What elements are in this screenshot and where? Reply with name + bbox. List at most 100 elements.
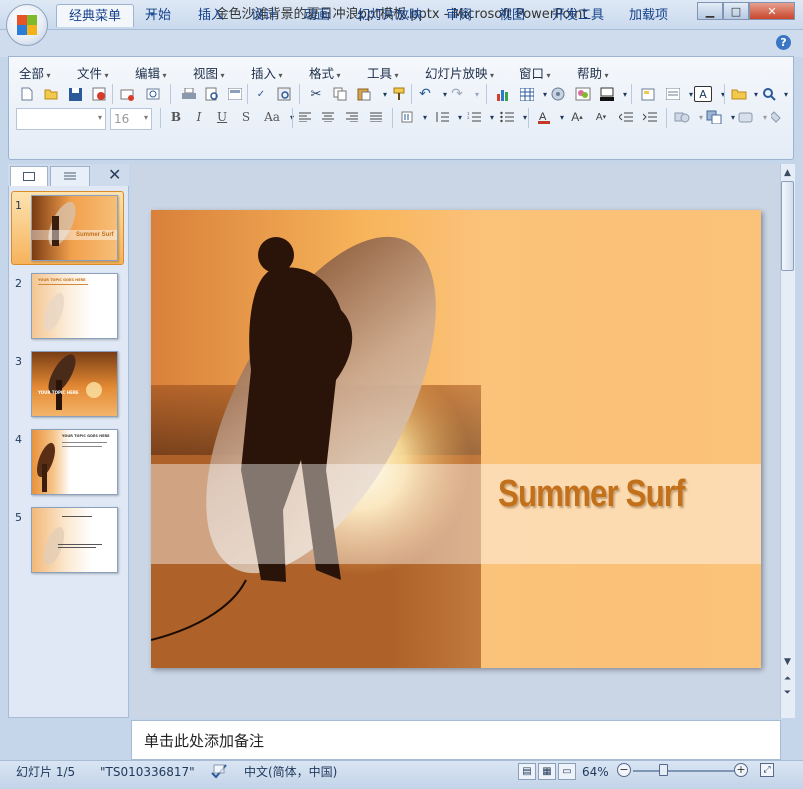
decrease-font-icon[interactable]: A ▾ — [591, 107, 611, 127]
menu-slideshow[interactable]: 幻灯片放映 — [425, 63, 494, 82]
zoom-level[interactable]: 64% — [582, 763, 609, 781]
scroll-down-icon[interactable]: ▼ — [781, 655, 794, 669]
italic-icon[interactable]: I — [189, 107, 209, 127]
align-center-icon[interactable] — [318, 107, 338, 127]
tab-classic-menu[interactable]: 经典菜单 — [56, 4, 135, 27]
font-size-select[interactable]: 16 ▾ — [110, 108, 152, 130]
minimize-button[interactable]: ▁ — [697, 2, 723, 20]
quick-styles-icon[interactable] — [736, 107, 756, 127]
zoom-slider-thumb[interactable] — [659, 764, 668, 776]
tab-addins[interactable]: 加载项 — [617, 4, 680, 27]
menu-file[interactable]: 文件 — [77, 63, 109, 82]
print-preview-icon[interactable] — [201, 84, 223, 104]
fit-to-window-icon[interactable]: ⤢ — [760, 763, 774, 777]
shape-fill-icon[interactable] — [768, 107, 788, 127]
next-slide-icon[interactable]: ⏷ — [781, 686, 794, 700]
font-color-icon[interactable]: A — [534, 107, 554, 127]
tab-design[interactable]: 设计 — [239, 4, 289, 27]
slide-sorter-icon[interactable]: ▦ — [538, 763, 556, 780]
new-icon[interactable] — [16, 84, 38, 104]
decrease-indent-icon[interactable] — [616, 107, 636, 127]
scrollbar-thumb[interactable] — [781, 181, 794, 271]
paste-icon[interactable] — [353, 84, 375, 104]
fill-color-dropdown-icon[interactable]: ▾ — [614, 84, 636, 104]
spell-check-icon[interactable] — [210, 763, 230, 784]
email-icon[interactable] — [116, 84, 138, 104]
tab-slideshow[interactable]: 幻灯片放映 — [345, 4, 434, 27]
menu-format[interactable]: 格式 — [309, 63, 341, 82]
zoom-in-icon[interactable]: + — [734, 763, 748, 777]
slides-tab[interactable] — [10, 166, 48, 186]
slide-thumbnail-1[interactable]: Summer Surf — [31, 195, 118, 261]
numbering-icon[interactable]: 12 — [464, 107, 484, 127]
line-spacing-icon[interactable] — [432, 107, 452, 127]
slide-layout-icon[interactable] — [224, 84, 246, 104]
help-icon[interactable]: ? — [776, 35, 791, 50]
close-pane-icon[interactable]: ✕ — [108, 165, 121, 184]
spelling-icon[interactable]: ✓ — [250, 84, 272, 104]
office-button[interactable] — [6, 4, 48, 46]
undo-toolbar-icon[interactable]: ↶ — [414, 84, 436, 104]
slide-thumbnail-2[interactable]: YOUR TOPIC GOES HERE — [31, 273, 118, 339]
chart-icon[interactable] — [492, 84, 514, 104]
tab-animation[interactable]: 动画 — [292, 4, 342, 27]
redo-toolbar-icon[interactable]: ↷ — [446, 84, 468, 104]
tab-developer[interactable]: 开发工具 — [540, 4, 616, 27]
align-right-icon[interactable] — [342, 107, 362, 127]
slide-title[interactable]: Summer Surf — [498, 473, 685, 516]
slide-canvas[interactable]: Summer Surf — [151, 210, 761, 668]
previous-slide-icon[interactable]: ⏶ — [781, 672, 794, 686]
justify-icon[interactable] — [366, 107, 386, 127]
menu-help[interactable]: 帮助 — [577, 63, 609, 82]
menu-tools[interactable]: 工具 — [367, 63, 399, 82]
menu-insert[interactable]: 插入 — [251, 63, 283, 82]
save-toolbar-icon[interactable] — [64, 84, 86, 104]
clip-art-icon[interactable] — [547, 84, 569, 104]
slide-thumbnail-4[interactable]: YOUR TOPIC GOES HERE — [31, 429, 118, 495]
scroll-up-icon[interactable]: ▲ — [781, 166, 794, 180]
menu-window[interactable]: 窗口 — [519, 63, 551, 82]
increase-font-icon[interactable]: A ▴ — [567, 107, 587, 127]
slideshow-icon[interactable]: ▭ — [558, 763, 576, 780]
shapes-icon[interactable] — [672, 107, 692, 127]
open-icon[interactable] — [40, 84, 62, 104]
tab-view[interactable]: 视图 — [487, 4, 537, 27]
tab-review[interactable]: 审阅 — [434, 4, 484, 27]
align-left-icon[interactable] — [295, 107, 315, 127]
notes-placeholder[interactable]: 单击此处添加备注 — [144, 730, 264, 751]
menu-view[interactable]: 视图 — [193, 63, 225, 82]
zoom-out-icon[interactable]: − — [617, 763, 631, 777]
zoom-search-dropdown-icon[interactable]: ▾ — [775, 84, 797, 104]
underline-icon[interactable]: U — [212, 107, 232, 127]
increase-indent-icon[interactable] — [640, 107, 660, 127]
research-icon[interactable] — [273, 84, 295, 104]
menu-edit[interactable]: 编辑 — [135, 63, 167, 82]
slide-thumbnail-5[interactable] — [31, 507, 118, 573]
tab-home[interactable]: 开始 — [133, 4, 183, 27]
permission-icon[interactable] — [88, 84, 110, 104]
normal-view-icon[interactable]: ▤ — [518, 763, 536, 780]
cut-icon[interactable]: ✂ — [305, 84, 327, 104]
shadow-icon[interactable]: S — [236, 107, 256, 127]
language-indicator[interactable]: 中文(简体，中国) — [244, 763, 337, 781]
outline-tab[interactable] — [50, 166, 90, 186]
redo-toolbar-dropdown-icon[interactable]: ▾ — [466, 84, 488, 104]
close-button[interactable]: ✕ — [749, 2, 795, 20]
font-name-select[interactable]: ▾ — [16, 108, 106, 130]
slide-thumbnail-3[interactable]: YOUR TOPIC HERE — [31, 351, 118, 417]
print-icon[interactable] — [178, 84, 200, 104]
zoom-slider[interactable] — [633, 770, 741, 772]
attachment-icon[interactable] — [142, 84, 164, 104]
copy-icon[interactable] — [329, 84, 351, 104]
insert-picture-icon[interactable] — [572, 84, 594, 104]
new-slide-icon[interactable] — [637, 84, 659, 104]
theme-name[interactable]: "TS010336817" — [100, 763, 195, 781]
bullets-dropdown-icon[interactable]: ▾ — [515, 107, 535, 127]
change-case-icon[interactable]: Aa — [260, 107, 284, 127]
bold-icon[interactable]: B — [166, 107, 186, 127]
tab-insert[interactable]: 插入 — [186, 4, 236, 27]
menu-all[interactable]: 全部 — [19, 63, 51, 82]
text-box-icon[interactable]: A — [694, 86, 712, 102]
format-painter-icon[interactable] — [388, 84, 410, 104]
maximize-button[interactable]: □ — [723, 2, 749, 20]
